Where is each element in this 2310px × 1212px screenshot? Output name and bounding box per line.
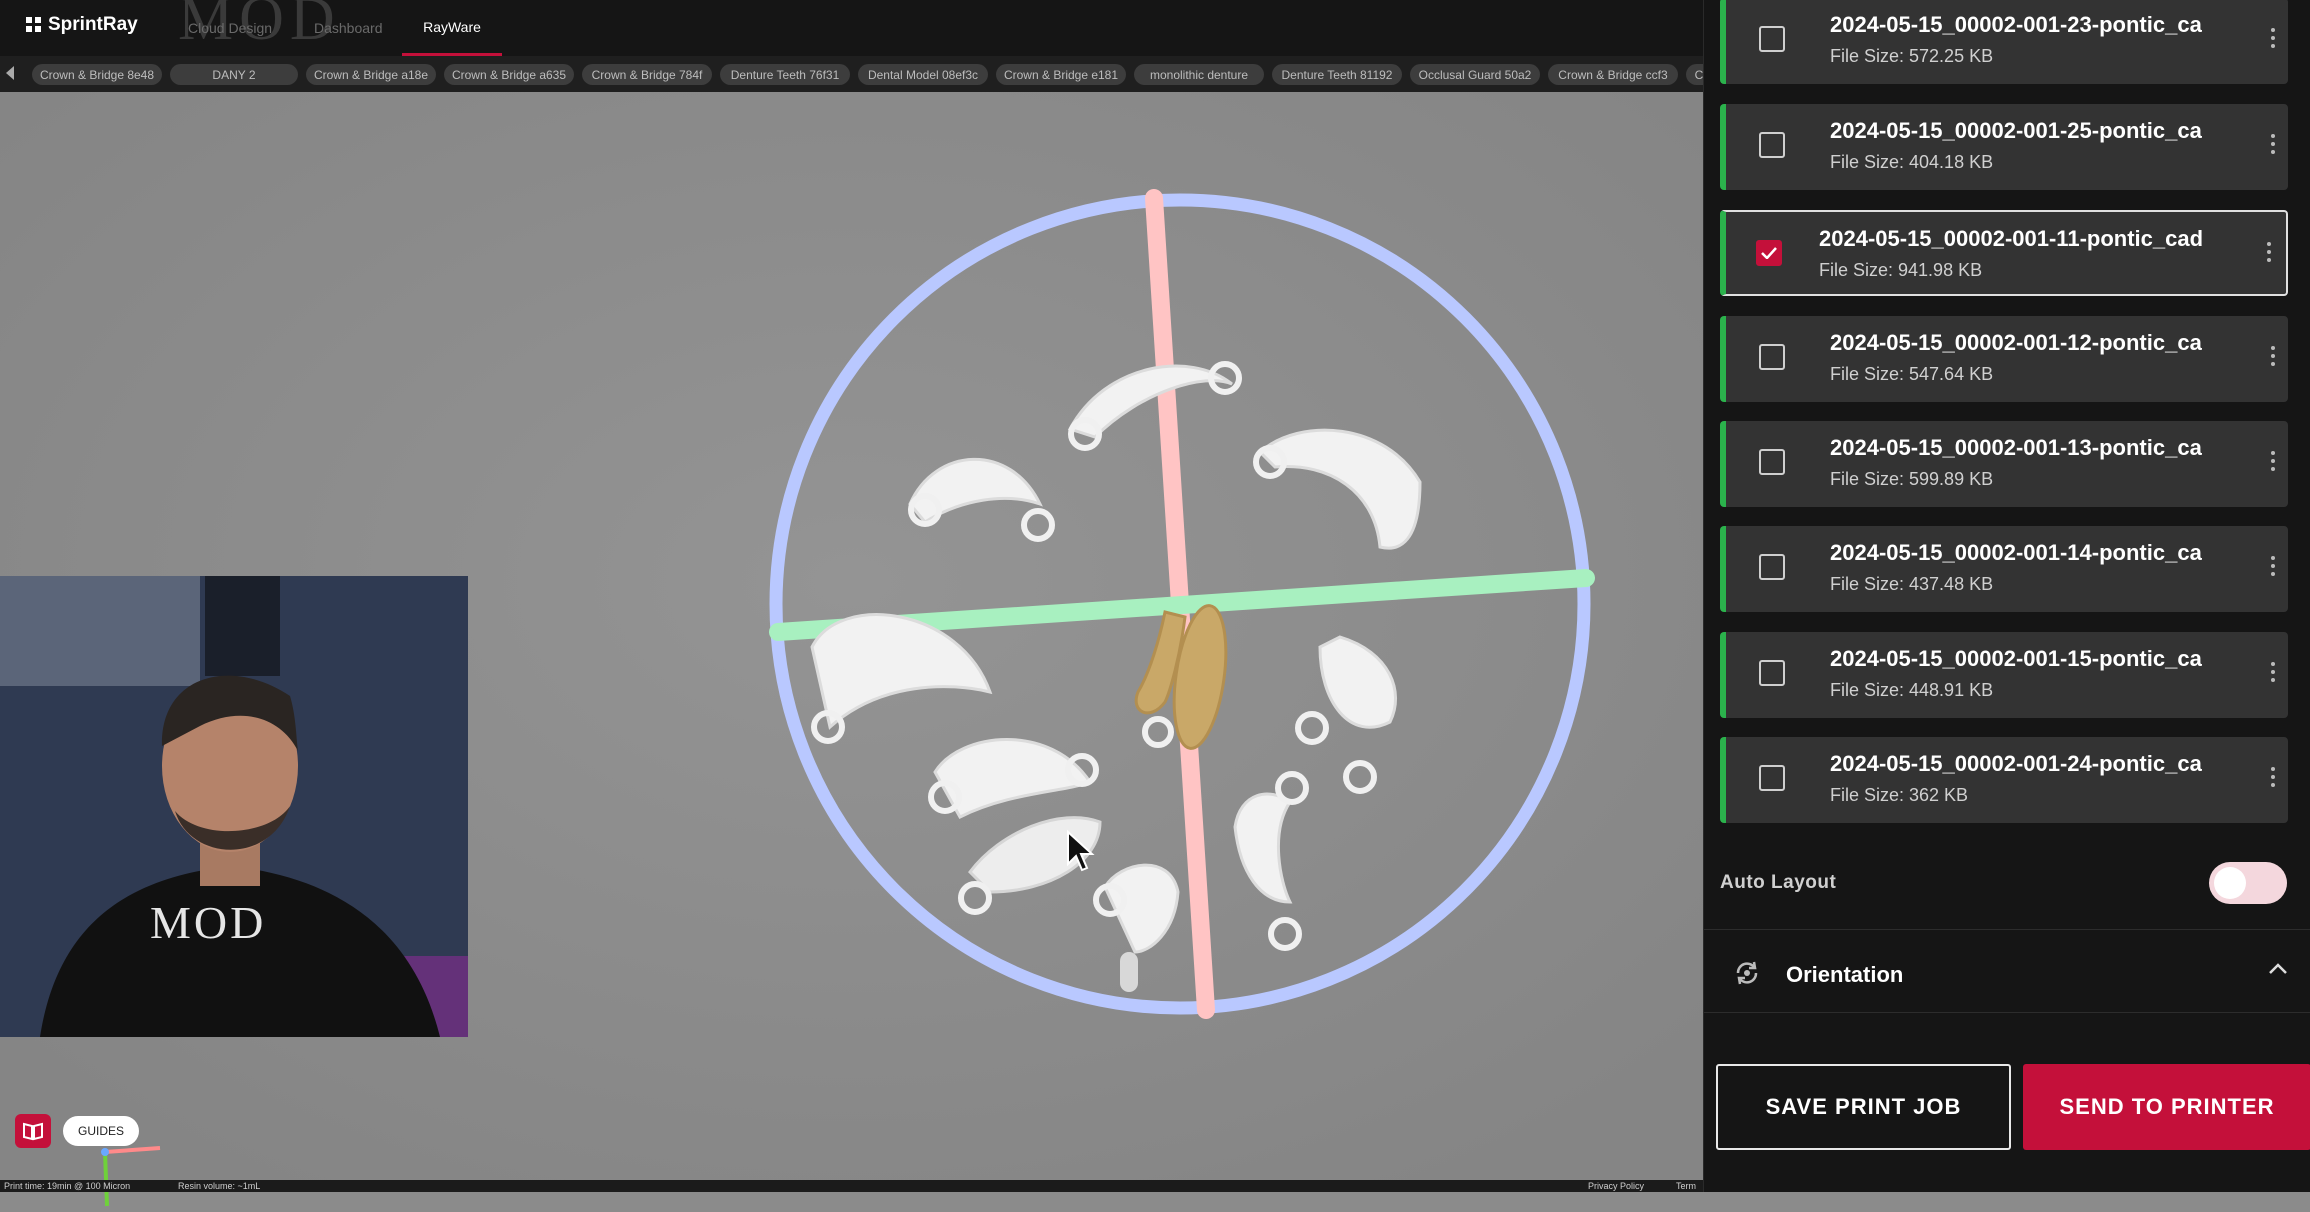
file-card[interactable]: 2024-05-15_00002-001-15-pontic_ca File S…	[1720, 632, 2288, 718]
file-tab[interactable]: Occlusal Guard 50a2	[1410, 64, 1540, 85]
file-checkbox[interactable]	[1759, 765, 1785, 791]
orientation-section-title[interactable]: Orientation	[1786, 962, 1903, 988]
nav-rayware[interactable]: RayWare	[402, 0, 502, 56]
kebab-menu-icon[interactable]	[2267, 242, 2273, 262]
file-tab[interactable]: Crown & Bridge 784f	[582, 64, 712, 85]
kebab-menu-icon[interactable]	[2271, 451, 2277, 471]
build-plate-viewport[interactable]: MOD GUIDES	[0, 92, 1703, 1207]
file-checkbox[interactable]	[1759, 449, 1785, 475]
save-print-job-button[interactable]: SAVE PRINT JOB	[1716, 1064, 2011, 1150]
file-checkbox[interactable]	[1759, 344, 1785, 370]
chevron-up-icon[interactable]	[2267, 961, 2289, 977]
file-name: 2024-05-15_00002-001-15-pontic_ca	[1830, 646, 2202, 671]
webcam-feed	[0, 576, 468, 1037]
file-checkbox[interactable]	[1759, 554, 1785, 580]
file-tab[interactable]: DANY 2	[170, 64, 298, 85]
auto-layout-label: Auto Layout	[1720, 872, 1837, 893]
file-checkbox[interactable]	[1759, 132, 1785, 158]
file-size: File Size: 599.89 KB	[1830, 469, 1994, 489]
file-card[interactable]: 2024-05-15_00002-001-13-pontic_ca File S…	[1720, 421, 2288, 507]
file-name: 2024-05-15_00002-001-25-pontic_ca	[1830, 118, 2202, 143]
right-panel: 2024-05-15_00002-001-23-pontic_ca File S…	[1703, 0, 2310, 1192]
file-name: 2024-05-15_00002-001-13-pontic_ca	[1830, 435, 2202, 460]
auto-layout-toggle[interactable]	[2209, 862, 2287, 904]
file-size: File Size: 448.91 KB	[1830, 680, 1994, 700]
file-tab[interactable]: Denture Teeth 76f31	[720, 64, 850, 85]
resin-volume: Resin volume: ~1mL	[178, 1181, 261, 1191]
file-tab[interactable]: Crown & Bridge e181	[996, 64, 1126, 85]
file-card[interactable]: 2024-05-15_00002-001-24-pontic_ca File S…	[1720, 737, 2288, 823]
file-tab[interactable]: Denture Teeth 81192	[1272, 64, 1402, 85]
kebab-menu-icon[interactable]	[2271, 556, 2277, 576]
file-tab[interactable]: Crown & Bridge a635	[444, 64, 574, 85]
file-tab[interactable]: Crown & Bridge a18e	[306, 64, 436, 85]
print-time: Print time: 19min @ 100 Micron	[4, 1181, 131, 1191]
file-size: File Size: 437.48 KB	[1830, 574, 1994, 594]
file-name: 2024-05-15_00002-001-11-pontic_cad	[1819, 226, 2204, 251]
file-size: File Size: 362 KB	[1830, 785, 1969, 805]
file-tab[interactable]: Cr	[1686, 64, 1703, 85]
guides-button[interactable]: GUIDES	[63, 1116, 139, 1146]
file-checkbox[interactable]	[1759, 26, 1785, 52]
file-tab[interactable]: Crown & Bridge ccf3	[1548, 64, 1678, 85]
rotate-icon	[1736, 961, 1758, 985]
file-name: 2024-05-15_00002-001-23-pontic_ca	[1830, 12, 2202, 37]
kebab-menu-icon[interactable]	[2271, 662, 2277, 682]
file-checkbox-checked[interactable]	[1756, 240, 1782, 266]
privacy-policy-link[interactable]: Privacy Policy	[1588, 1180, 1644, 1192]
file-card[interactable]: 2024-05-15_00002-001-25-pontic_ca File S…	[1720, 104, 2288, 190]
file-name: 2024-05-15_00002-001-12-pontic_ca	[1830, 330, 2202, 355]
file-card[interactable]: 2024-05-15_00002-001-14-pontic_ca File S…	[1720, 526, 2288, 612]
file-tab[interactable]: Dental Model 08ef3c	[858, 64, 988, 85]
file-tab-bar: Crown & Bridge 8e48 DANY 2 Crown & Bridg…	[0, 56, 1703, 92]
check-icon	[1761, 247, 1777, 259]
file-name: 2024-05-15_00002-001-24-pontic_ca	[1830, 751, 2202, 776]
file-name: 2024-05-15_00002-001-14-pontic_ca	[1830, 540, 2202, 565]
webcam-shirt-text: MOD	[150, 897, 267, 948]
nav-cloud-design[interactable]: Cloud Design	[188, 0, 272, 56]
send-to-printer-button[interactable]: SEND TO PRINTER	[2023, 1064, 2310, 1150]
file-size: File Size: 941.98 KB	[1819, 260, 1983, 280]
terms-link[interactable]: Term	[1676, 1180, 1696, 1192]
presenter-webcam-overlay: MOD	[0, 576, 468, 1037]
brand-logo[interactable]: SprintRay	[26, 14, 138, 36]
top-bar: SprintRay MOD Cloud Design Dashboard Ray…	[0, 0, 1703, 56]
arrow-left-icon[interactable]	[6, 66, 14, 80]
divider	[1704, 1012, 2310, 1013]
book-icon[interactable]	[15, 1114, 51, 1148]
file-size: File Size: 404.18 KB	[1830, 152, 1994, 172]
brand-name: SprintRay	[48, 14, 138, 35]
kebab-menu-icon[interactable]	[2271, 28, 2277, 48]
file-tab[interactable]: Crown & Bridge 8e48	[32, 64, 162, 85]
grid-logo-icon	[26, 17, 42, 33]
kebab-menu-icon[interactable]	[2271, 134, 2277, 154]
kebab-menu-icon[interactable]	[2271, 767, 2277, 787]
file-size: File Size: 547.64 KB	[1830, 364, 1994, 384]
file-card-selected[interactable]: 2024-05-15_00002-001-11-pontic_cad File …	[1720, 210, 2288, 296]
file-size: File Size: 572.25 KB	[1830, 46, 1994, 66]
file-tab[interactable]: monolithic denture	[1134, 64, 1264, 85]
divider	[1704, 929, 2310, 930]
nav-dashboard[interactable]: Dashboard	[314, 0, 383, 56]
status-bar: Print time: 19min @ 100 Micron Resin vol…	[0, 1180, 1703, 1192]
kebab-menu-icon[interactable]	[2271, 346, 2277, 366]
file-card[interactable]: 2024-05-15_00002-001-23-pontic_ca File S…	[1720, 0, 2288, 84]
axis-gizmo[interactable]	[95, 1142, 175, 1212]
toggle-knob	[2214, 867, 2246, 899]
file-checkbox[interactable]	[1759, 660, 1785, 686]
file-card[interactable]: 2024-05-15_00002-001-12-pontic_ca File S…	[1720, 316, 2288, 402]
